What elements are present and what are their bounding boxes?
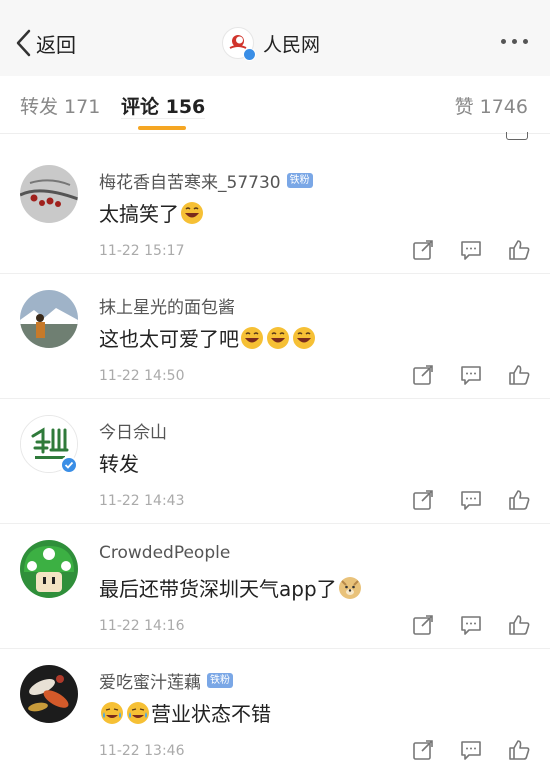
brand-avatar — [222, 27, 256, 61]
comment-body: 这也太可爱了吧 — [99, 327, 239, 351]
cry-laugh-emoji-icon — [126, 701, 150, 725]
comment-item: CrowdedPeople 最后还带货深圳天气app了 11-22 14:16 — [0, 524, 550, 649]
partial-like-icon — [506, 132, 528, 140]
comment-icon[interactable] — [460, 364, 482, 386]
comment-text: 最后还带货深圳天气app了 — [99, 573, 363, 602]
comment-text: 太搞笑了 — [99, 198, 205, 227]
comment-text: 这也太可爱了吧 — [99, 323, 317, 352]
avatar[interactable] — [20, 540, 78, 598]
comment-actions — [412, 239, 530, 261]
comment-body: 最后还带货深圳天气app了 — [99, 577, 337, 601]
share-icon[interactable] — [412, 739, 434, 761]
avatar[interactable] — [20, 665, 78, 723]
share-icon[interactable] — [412, 239, 434, 261]
fan-badge: 铁粉 — [207, 673, 233, 688]
username-text: CrowdedPeople — [99, 543, 231, 563]
comment-text: 营业状态不错 — [99, 698, 271, 727]
laugh-emoji-icon — [292, 326, 316, 350]
like-icon[interactable] — [508, 489, 530, 511]
timestamp: 11-22 14:43 — [99, 493, 185, 509]
laugh-emoji-icon — [266, 326, 290, 350]
comment-item: 梅花香自苦寒来_57730 铁粉 太搞笑了 11-22 15:17 — [0, 149, 550, 274]
username-text: 梅花香自苦寒来_57730 — [99, 173, 281, 193]
tab-comment[interactable]: 评论 156 — [121, 96, 206, 119]
username[interactable]: 梅花香自苦寒来_57730 铁粉 — [99, 168, 313, 193]
tab-bar: 转发 171 评论 156 赞 1746 — [0, 76, 550, 134]
like-icon[interactable] — [508, 239, 530, 261]
comment-actions — [412, 364, 530, 386]
mountain-hiker-avatar — [20, 290, 78, 348]
comment-icon[interactable] — [460, 739, 482, 761]
comment-item: 抹上星光的面包酱 这也太可爱了吧 11-22 14:50 — [0, 274, 550, 399]
username[interactable]: 今日佘山 — [99, 418, 167, 443]
like-icon[interactable] — [508, 739, 530, 761]
comment-item: 爱吃蜜汁莲藕 铁粉 营业状态不错 11-22 13:46 — [0, 649, 550, 762]
timestamp: 11-22 15:17 — [99, 243, 185, 259]
plum-blossom-avatar — [20, 165, 78, 223]
username[interactable]: CrowdedPeople — [99, 543, 230, 563]
active-tab-indicator — [138, 126, 186, 130]
koi-fish-avatar — [20, 665, 78, 723]
username[interactable]: 抹上星光的面包酱 — [99, 293, 235, 318]
timestamp: 11-22 14:50 — [99, 368, 185, 384]
comment-body: 营业状态不错 — [151, 702, 271, 726]
username-text: 今日佘山 — [99, 423, 167, 443]
mushroom-avatar — [20, 540, 78, 598]
comment-actions — [412, 614, 530, 636]
comment-icon[interactable] — [460, 614, 482, 636]
comment-item: 今日佘山 转发 11-22 14:43 — [0, 399, 550, 524]
back-button[interactable]: 返回 — [14, 26, 76, 60]
username[interactable]: 爱吃蜜汁莲藕 铁粉 — [99, 668, 233, 693]
back-label: 返回 — [36, 32, 76, 57]
verified-icon — [243, 48, 256, 61]
avatar[interactable] — [20, 165, 78, 223]
share-icon[interactable] — [412, 489, 434, 511]
comment-icon[interactable] — [460, 239, 482, 261]
brand[interactable]: 人民网 — [222, 26, 321, 61]
like-icon[interactable] — [508, 614, 530, 636]
laugh-emoji-icon — [180, 201, 204, 225]
like-icon[interactable] — [508, 364, 530, 386]
avatar[interactable] — [20, 290, 78, 348]
doge-emoji-icon — [338, 576, 362, 600]
tab-repost[interactable]: 转发 171 — [20, 92, 100, 119]
comment-body: 转发 — [99, 452, 139, 476]
laugh-emoji-icon — [240, 326, 264, 350]
comment-body: 太搞笑了 — [99, 202, 179, 226]
comment-actions — [412, 739, 530, 761]
verified-icon — [60, 456, 78, 474]
comment-icon[interactable] — [460, 489, 482, 511]
tab-likes[interactable]: 赞 1746 — [455, 92, 528, 119]
comment-text: 转发 — [99, 448, 139, 477]
username-text: 爱吃蜜汁莲藕 — [99, 673, 201, 693]
fan-badge: 铁粉 — [286, 173, 313, 188]
share-icon[interactable] — [412, 364, 434, 386]
more-options-icon[interactable] — [501, 39, 528, 44]
comment-actions — [412, 489, 530, 511]
timestamp: 11-22 13:46 — [99, 743, 185, 759]
timestamp: 11-22 14:16 — [99, 618, 185, 634]
share-icon[interactable] — [412, 614, 434, 636]
cry-laugh-emoji-icon — [100, 701, 124, 725]
nav-bar: 返回 人民网 — [0, 0, 550, 76]
comment-list: 梅花香自苦寒来_57730 铁粉 太搞笑了 11-22 15:17 抹上星光的面… — [0, 149, 550, 762]
username-text: 抹上星光的面包酱 — [99, 298, 235, 318]
brand-name: 人民网 — [263, 33, 321, 56]
chevron-left-icon — [16, 29, 31, 57]
